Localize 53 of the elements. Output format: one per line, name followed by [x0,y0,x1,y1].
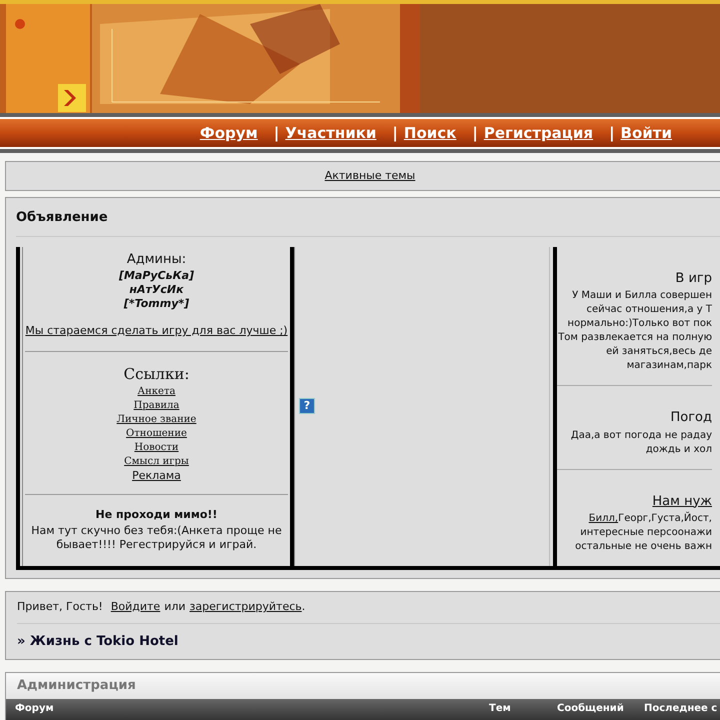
breadcrumb: » Жизнь с Tokio Hotel [17,632,180,650]
promo-text: Нам тут скучно без тебя:(Анкета проще не бывает!!!! Регестрируйся и играй. [30,524,283,552]
section-text: ей заняться,весь де [606,345,712,359]
nav-link[interactable]: Войти [620,122,672,144]
name-link[interactable]: Билл, [588,512,618,526]
section-text: нормально:)Только вот пок [568,317,712,331]
sidebar-link[interactable]: Анкета [138,385,176,399]
column-header: Сообщений [557,702,625,716]
greeting-text: . [302,599,306,615]
category-title: Администрация [6,673,720,698]
promo-title: Не проходи мимо!! [96,507,218,523]
column-header: Последнее с [644,702,718,716]
nav-separator: | [472,122,478,144]
section-text: Том развлекается на полную [558,331,712,345]
nav-link[interactable]: Поиск [404,122,456,144]
section-text: дождь и хол [646,442,712,456]
login-link[interactable]: зарегистрируйтесь [190,599,302,616]
sidebar-link[interactable]: Реклама [132,469,181,483]
section-text: остальные не очень важн [575,540,712,554]
announcement-title: Объявление [16,208,720,236]
column-header: Тем [489,702,512,716]
tagline-link[interactable]: Мы стараемся сделать игру для вас лучше ;) [25,323,288,340]
nav-link[interactable]: Форум [200,122,258,144]
sidebar-link[interactable]: Новости [134,441,179,455]
sidebar-link[interactable]: Личное звание [116,413,196,427]
admin-name: [МаРуСьКа] [118,269,194,283]
section-text: Георг,Густа,Йост, [618,512,712,526]
greeting-text: или [164,599,186,615]
nav-link[interactable]: Регистрация [484,122,594,144]
sidebar-link[interactable]: Правила [134,399,180,413]
sidebar-link[interactable]: Отношение [126,427,187,441]
column-header: Форум [15,702,55,716]
greeting-text: Привет, Гость! [17,599,103,615]
section-text: У Маши и Билла совершен [572,289,712,303]
section-heading: В игр [675,270,712,288]
nav-link[interactable]: Участники [285,122,376,144]
links-heading: Ссылки: [124,364,190,384]
admin-name: [*Tommy*] [124,297,190,311]
admin-name: нАтУсИк [129,283,184,297]
section-heading: Погод [670,409,712,427]
nav-separator: | [392,122,398,144]
section-text: магазинам,парк [626,359,712,373]
login-link[interactable]: Войдите [110,599,160,616]
help-icon: ? [299,398,315,414]
section-heading: Нам нуж [652,492,712,510]
section-text: Даа,а вот погода не радау [570,428,712,442]
admins-heading: Админы: [126,250,186,268]
section-text: интересные персоонажи [580,526,712,540]
sidebar-link[interactable]: Смысл игры [124,455,189,469]
nav-separator: | [274,122,280,144]
active-topics-link[interactable]: Активные темы [324,168,416,184]
nav-separator: | [609,122,615,144]
section-text: сейчас отношения,а у Т [586,303,712,317]
